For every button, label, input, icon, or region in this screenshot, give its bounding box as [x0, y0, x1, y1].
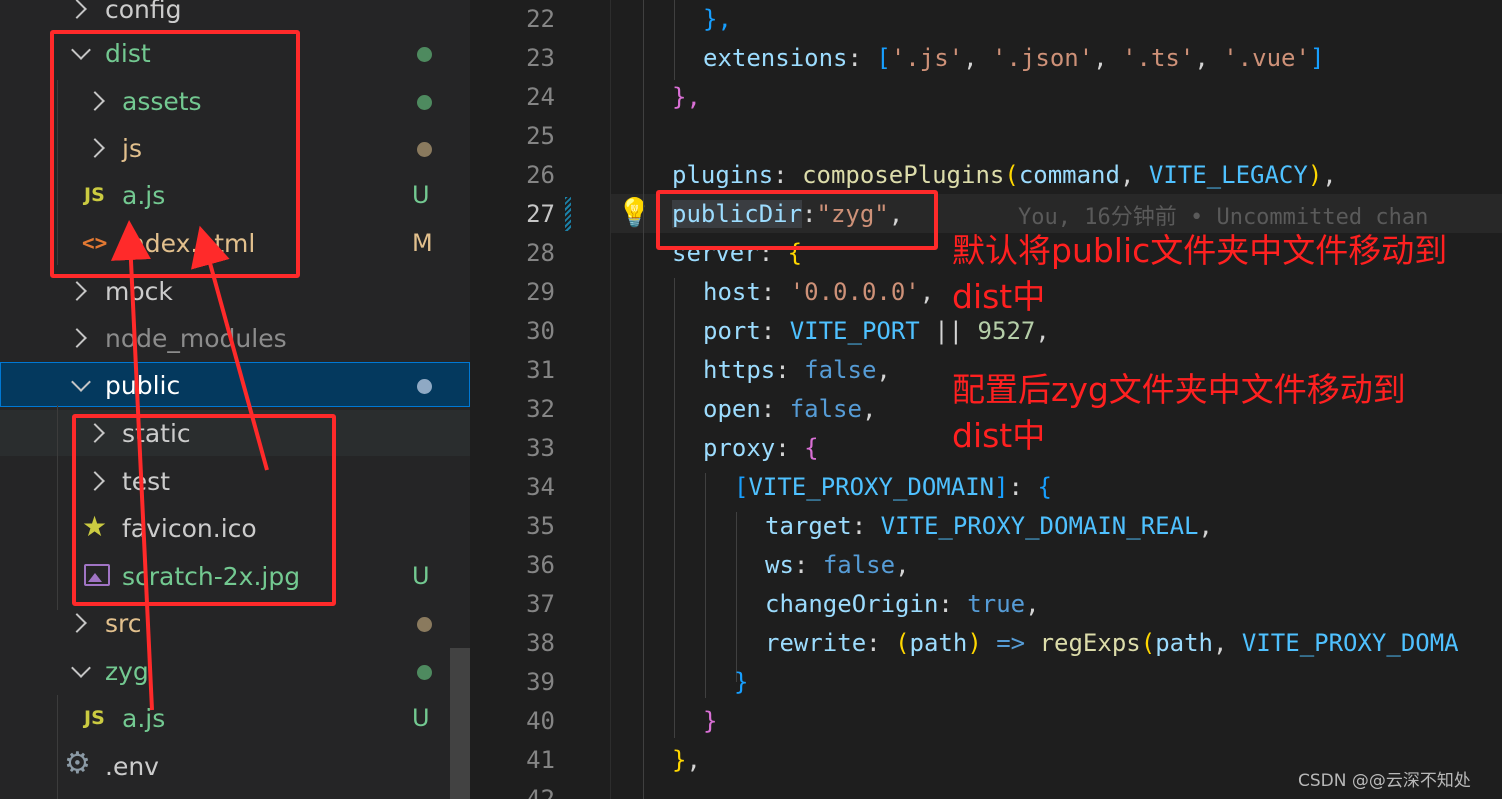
sidebar-scrollbar[interactable] [450, 648, 470, 799]
tree-folder-zyg[interactable]: zyg [0, 648, 470, 695]
tree-item-label: public [105, 371, 181, 400]
indent-guide [705, 473, 706, 698]
git-status-dot [417, 379, 432, 394]
code-line: } [703, 707, 718, 735]
code-line: open: false, [703, 395, 877, 423]
annotation-text: 默认将public文件夹中文件移动到 [952, 231, 1448, 270]
code-line: }, [672, 746, 701, 774]
line-number: 22 [526, 5, 555, 33]
line-number: 40 [526, 707, 555, 735]
code-line: rewrite: (path) => regExps(path, VITE_PR… [765, 629, 1459, 657]
annotation-box-publicdir [656, 190, 938, 250]
tree-item-label: .env [105, 752, 159, 781]
javascript-file-icon: JS [84, 707, 105, 729]
line-number: 27 [526, 200, 555, 228]
annotation-text: 配置后zyg文件夹中文件移动到 [952, 370, 1406, 409]
git-status-dot [417, 95, 432, 110]
code-line: } [734, 668, 749, 696]
chevron-down-icon [71, 658, 91, 678]
git-status-dot [417, 142, 432, 157]
tree-item-label: a.js [122, 704, 166, 733]
chevron-right-icon [67, 328, 87, 348]
code-line: [VITE_PROXY_DOMAIN]: { [734, 473, 1052, 501]
code-line: port: VITE_PORT || 9527, [703, 317, 1050, 345]
indent-guide [736, 512, 737, 682]
git-change-marker [565, 197, 571, 231]
line-number: 37 [526, 590, 555, 618]
line-number: 28 [526, 239, 555, 267]
git-status-dot [417, 617, 432, 632]
annotation-text: dist中 [952, 416, 1046, 455]
code-editor[interactable]: 💡 22 23 24 25 26 27 28 29 30 31 32 33 34… [470, 0, 1502, 799]
git-status-dot [417, 665, 432, 680]
line-number: 36 [526, 551, 555, 579]
line-number: 23 [526, 44, 555, 72]
indent-guide [643, 0, 644, 799]
code-line: changeOrigin: true, [765, 590, 1040, 618]
chevron-right-icon [67, 0, 87, 19]
tree-item-label: config [105, 0, 182, 24]
line-number: 25 [526, 122, 555, 150]
line-number: 39 [526, 668, 555, 696]
git-status-badge: U [412, 181, 430, 209]
tree-item-label: node_modules [105, 324, 287, 353]
git-status-badge: M [412, 229, 433, 257]
line-number: 32 [526, 395, 555, 423]
lightbulb-icon[interactable]: 💡 [617, 196, 652, 229]
line-number: 30 [526, 317, 555, 345]
code-line: extensions: ['.js', '.json', '.ts', '.vu… [703, 44, 1325, 72]
line-number: 24 [526, 83, 555, 111]
line-number: 31 [526, 356, 555, 384]
indent-guide [674, 278, 675, 738]
tree-folder-src[interactable]: src [0, 600, 470, 647]
annotation-box-dist [50, 30, 300, 278]
line-number: 34 [526, 473, 555, 501]
annotation-box-public [72, 414, 336, 606]
line-number: 38 [526, 629, 555, 657]
code-line: plugins: composePlugins(command, VITE_LE… [672, 161, 1337, 189]
tree-file-zyg-a-js[interactable]: JS a.js U [0, 695, 470, 742]
tree-file-env[interactable]: ⚙ .env [0, 743, 470, 790]
git-status-badge: U [412, 704, 430, 732]
code-line: host: '0.0.0.0', [703, 278, 935, 306]
code-line: target: VITE_PROXY_DOMAIN_REAL, [765, 512, 1213, 540]
code-line: proxy: { [703, 434, 819, 462]
watermark: CSDN @@云深不知处 [1298, 771, 1471, 791]
code-line: }, [672, 83, 701, 111]
code-line: }, [703, 5, 732, 33]
code-line: ws: false, [765, 551, 910, 579]
git-status-badge: U [412, 562, 430, 590]
gear-icon: ⚙ [64, 746, 91, 781]
line-number: 41 [526, 746, 555, 774]
chevron-down-icon [71, 372, 91, 392]
chevron-right-icon [67, 613, 87, 633]
tree-folder-config[interactable]: config [0, 0, 470, 33]
tree-folder-node-modules[interactable]: node_modules [0, 315, 470, 362]
code-line: https: false, [703, 356, 891, 384]
line-number: 26 [526, 161, 555, 189]
line-number: 35 [526, 512, 555, 540]
tree-item-label: zyg [105, 657, 149, 686]
chevron-right-icon [67, 281, 87, 301]
git-status-dot [417, 47, 432, 62]
annotation-text: dist中 [952, 277, 1046, 316]
gutter-border [610, 0, 611, 799]
line-number: 29 [526, 278, 555, 306]
tree-item-label: src [105, 609, 142, 638]
tree-folder-public[interactable]: public [0, 362, 470, 409]
line-number: 42 [526, 785, 555, 799]
line-number: 33 [526, 434, 555, 462]
indent-guide [674, 0, 675, 80]
